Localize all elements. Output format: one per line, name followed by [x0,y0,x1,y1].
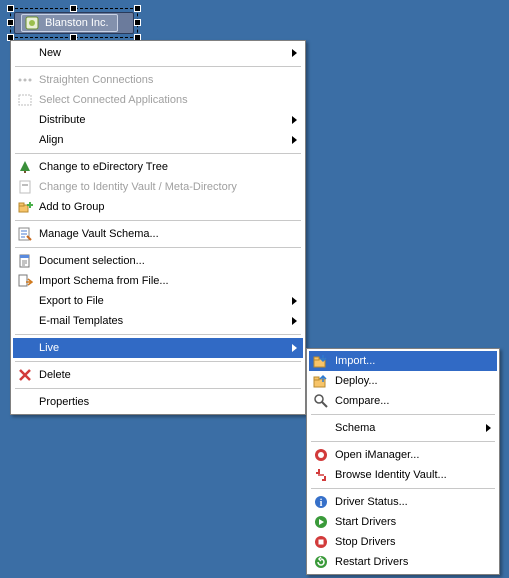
blank-icon [17,112,33,128]
separator [15,361,301,362]
submenu-arrow-icon [291,316,299,326]
selected-node[interactable]: Blanston Inc. [10,8,138,38]
menu-change-idvault: Change to Identity Vault / Meta-Director… [13,177,303,197]
blank-icon [17,45,33,61]
blank-icon [313,420,329,436]
idvault-icon [17,179,33,195]
browse-vault-icon [313,467,329,483]
menu-change-edirectory[interactable]: Change to eDirectory Tree [13,157,303,177]
menu-browse-identity-vault[interactable]: Browse Identity Vault... [309,465,497,485]
separator [311,441,495,442]
svg-text:i: i [320,498,323,509]
stop-icon [313,534,329,550]
submenu-arrow-icon [291,135,299,145]
context-menu: New Straighten Connections Select Connec… [10,40,306,415]
menu-properties[interactable]: Properties [13,392,303,412]
separator [15,153,301,154]
submenu-arrow-icon [291,115,299,125]
submenu-arrow-icon [291,343,299,353]
resize-handle[interactable] [134,5,141,12]
menu-new[interactable]: New [13,43,303,63]
deploy-icon [313,373,329,389]
blank-icon [17,132,33,148]
menu-deploy[interactable]: Deploy... [309,371,497,391]
submenu-arrow-icon [291,296,299,306]
resize-handle[interactable] [7,5,14,12]
restart-icon [313,554,329,570]
menu-export-to-file[interactable]: Export to File [13,291,303,311]
import-icon [313,353,329,369]
menu-select-connected: Select Connected Applications [13,90,303,110]
separator [15,247,301,248]
menu-add-to-group[interactable]: Add to Group [13,197,303,217]
menu-distribute[interactable]: Distribute [13,110,303,130]
resize-handle[interactable] [7,19,14,26]
tree-icon [17,159,33,175]
separator [15,220,301,221]
live-submenu: Import... Deploy... Compare... Schema Op… [306,348,500,575]
add-group-icon [17,199,33,215]
menu-delete[interactable]: Delete [13,365,303,385]
menu-import[interactable]: Import... [309,351,497,371]
menu-live[interactable]: Live [13,338,303,358]
submenu-arrow-icon [291,48,299,58]
submenu-arrow-icon [485,423,493,433]
separator [15,388,301,389]
menu-restart-drivers[interactable]: Restart Drivers [309,552,497,572]
select-rect-icon [17,92,33,108]
play-icon [313,514,329,530]
schema-icon [17,226,33,242]
menu-schema[interactable]: Schema [309,418,497,438]
menu-align[interactable]: Align [13,130,303,150]
document-icon [17,253,33,269]
menu-driver-status[interactable]: i Driver Status... [309,492,497,512]
info-icon: i [313,494,329,510]
imanager-icon [313,447,329,463]
blank-icon [17,293,33,309]
blank-icon [17,340,33,356]
blank-icon [17,394,33,410]
menu-email-templates[interactable]: E-mail Templates [13,311,303,331]
menu-start-drivers[interactable]: Start Drivers [309,512,497,532]
separator [15,66,301,67]
menu-compare[interactable]: Compare... [309,391,497,411]
delete-icon [17,367,33,383]
compare-icon [313,393,329,409]
menu-straighten-connections: Straighten Connections [13,70,303,90]
menu-stop-drivers[interactable]: Stop Drivers [309,532,497,552]
separator [311,414,495,415]
identity-vault-icon [25,16,39,30]
straighten-icon [17,72,33,88]
separator [15,334,301,335]
menu-document-selection[interactable]: Document selection... [13,251,303,271]
menu-open-imanager[interactable]: Open iManager... [309,445,497,465]
separator [311,488,495,489]
import-file-icon [17,273,33,289]
menu-manage-vault-schema[interactable]: Manage Vault Schema... [13,224,303,244]
node-label: Blanston Inc. [45,17,109,29]
blank-icon [17,313,33,329]
resize-handle[interactable] [70,5,77,12]
resize-handle[interactable] [134,19,141,26]
menu-import-schema-file[interactable]: Import Schema from File... [13,271,303,291]
